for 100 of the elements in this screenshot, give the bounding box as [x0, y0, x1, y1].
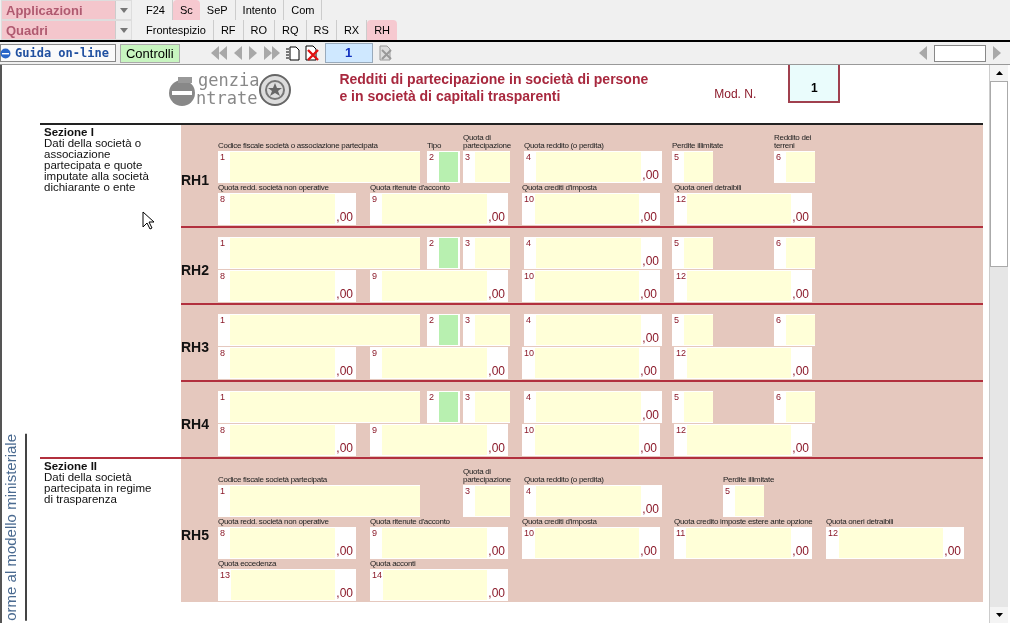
- input-field[interactable]: 9 ,00: [370, 347, 508, 379]
- previous-page-icon[interactable]: [232, 46, 243, 60]
- input-field[interactable]: 8 ,00: [218, 347, 356, 379]
- scroll-up-icon[interactable]: [995, 71, 1003, 75]
- input-field[interactable]: 6: [774, 151, 815, 183]
- logo-icon: [168, 77, 196, 107]
- input-field[interactable]: 1: [218, 391, 420, 423]
- input-field[interactable]: 10 ,00: [522, 193, 660, 225]
- input-field[interactable]: 1: [218, 237, 420, 269]
- scroll-thumb[interactable]: [990, 81, 1008, 267]
- input-field[interactable]: 4 ,00: [524, 314, 662, 346]
- tab[interactable]: RS: [306, 20, 337, 40]
- decimals-text: ,00: [943, 544, 962, 558]
- new-page-icon[interactable]: [285, 45, 300, 61]
- field-label: Quota di partecipazione: [463, 134, 512, 150]
- input-field[interactable]: 12 ,00: [674, 270, 812, 302]
- input-field[interactable]: 5: [672, 391, 713, 423]
- input-field[interactable]: 11 ,00: [674, 527, 812, 559]
- input-field[interactable]: 1: [218, 151, 420, 183]
- input-field[interactable]: 9 ,00: [370, 527, 508, 559]
- field-number: 8: [219, 348, 226, 358]
- field-number: 10: [523, 425, 535, 435]
- input-field[interactable]: 10 ,00: [522, 424, 660, 456]
- input-field[interactable]: 5: [672, 237, 713, 269]
- input-field[interactable]: 9 ,00: [370, 270, 508, 302]
- input-field[interactable]: 3: [463, 151, 510, 183]
- input-field[interactable]: 1: [218, 485, 420, 517]
- tab[interactable]: RO: [243, 20, 276, 40]
- field-label: Quota credito imposte estere ante opzione: [674, 518, 813, 526]
- input-field[interactable]: 4 ,00: [524, 151, 662, 183]
- field-number: 9: [371, 348, 378, 358]
- scrollbar[interactable]: [989, 65, 1008, 623]
- input-field[interactable]: [934, 44, 986, 62]
- input-field[interactable]: 5: [723, 485, 764, 517]
- input-field[interactable]: 6: [774, 391, 815, 423]
- field-number: 10: [523, 271, 535, 281]
- tab[interactable]: Sc: [172, 0, 200, 20]
- input-field[interactable]: 12 ,00: [674, 193, 812, 225]
- input-field[interactable]: 8 ,00: [218, 424, 356, 456]
- field-label: Quota ritenute d'acconto: [370, 184, 450, 192]
- input-field[interactable]: 10 ,00: [522, 527, 660, 559]
- input-field[interactable]: 5: [672, 314, 713, 346]
- input-field[interactable]: 5: [672, 151, 713, 183]
- input-field[interactable]: 9 ,00: [370, 193, 508, 225]
- check-button[interactable]: Controlli: [119, 43, 180, 63]
- input-field[interactable]: 10 ,00: [522, 347, 660, 379]
- caret-icon[interactable]: [119, 27, 128, 33]
- input-field[interactable]: 8 ,00: [218, 193, 356, 225]
- field-label: Quota reddito (o perdita): [524, 142, 604, 150]
- page-number-field[interactable]: 1: [324, 43, 373, 63]
- input-field[interactable]: 3: [463, 391, 510, 423]
- tab[interactable]: F24: [139, 0, 173, 20]
- tab[interactable]: SeP: [199, 0, 236, 20]
- input-field[interactable]: 9 ,00: [370, 424, 508, 456]
- input-field[interactable]: 8 ,00: [218, 270, 356, 302]
- input-field[interactable]: 2: [427, 151, 460, 183]
- input-field[interactable]: 2: [427, 314, 460, 346]
- first-page-icon[interactable]: [209, 46, 228, 60]
- input-field[interactable]: 8 ,00: [218, 527, 356, 559]
- input-field[interactable]: 4 ,00: [524, 237, 662, 269]
- caret-icon[interactable]: [119, 7, 128, 13]
- model-number-field[interactable]: 1: [788, 65, 841, 103]
- input-field[interactable]: 12 ,00: [674, 347, 812, 379]
- next-page-icon[interactable]: [247, 46, 258, 60]
- field-number: 5: [673, 238, 680, 248]
- input-field[interactable]: 3: [463, 485, 510, 517]
- input-field[interactable]: 6: [774, 314, 815, 346]
- input-field[interactable]: 3: [463, 314, 510, 346]
- previous-icon[interactable]: [918, 46, 928, 60]
- field-label: Quota ritenute d'acconto: [370, 518, 450, 526]
- input-field[interactable]: 3: [463, 237, 510, 269]
- input-field[interactable]: 4 ,00: [524, 391, 662, 423]
- delete-page-icon[interactable]: [304, 45, 320, 61]
- input-field[interactable]: 12 ,00: [826, 527, 964, 559]
- scroll-down-icon[interactable]: [995, 613, 1003, 617]
- tab[interactable]: RF: [213, 20, 244, 40]
- input-field[interactable]: 12 ,00: [674, 424, 812, 456]
- input-field[interactable]: 14 ,00: [370, 569, 508, 601]
- decimals-text: ,00: [335, 364, 354, 378]
- help-button[interactable]: Guida on-line: [0, 44, 116, 62]
- tab[interactable]: RQ: [275, 20, 307, 40]
- field-number: 9: [371, 528, 378, 538]
- next-icon[interactable]: [992, 46, 1002, 60]
- input-field[interactable]: 2: [427, 237, 460, 269]
- input-field[interactable]: 2: [427, 391, 460, 423]
- input-field[interactable]: 13 ,00: [218, 569, 356, 601]
- input-field[interactable]: 4 ,00: [524, 485, 662, 517]
- tab[interactable]: Intento: [235, 0, 285, 20]
- input-field[interactable]: 1: [218, 314, 420, 346]
- tab[interactable]: Frontespizio: [139, 20, 214, 40]
- field-label: Perdite illimitate: [723, 476, 776, 484]
- input-field[interactable]: 10 ,00: [522, 270, 660, 302]
- field-number: 12: [827, 528, 839, 538]
- decimals-text: ,00: [335, 441, 354, 455]
- decimals-text: ,00: [641, 254, 660, 268]
- tab[interactable]: Com: [284, 0, 323, 20]
- tab[interactable]: RH: [367, 20, 398, 40]
- field-number: 1: [219, 315, 226, 325]
- input-field[interactable]: 6: [774, 237, 815, 269]
- decimals-text: ,00: [487, 586, 506, 600]
